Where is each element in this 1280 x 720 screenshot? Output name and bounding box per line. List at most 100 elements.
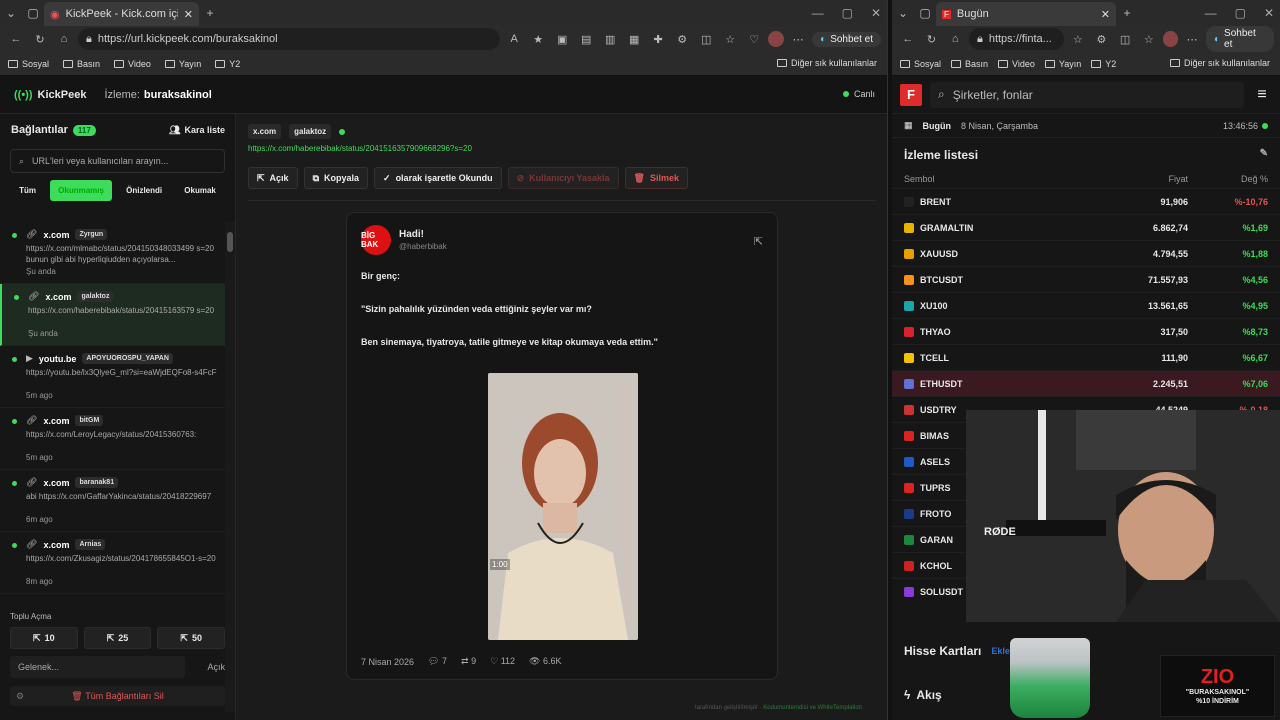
minimize-icon[interactable]: — <box>812 6 824 20</box>
split-screen-icon[interactable]: ◫ <box>1115 29 1135 49</box>
right-active-tab[interactable]: F Bugün ✕ <box>936 2 1116 26</box>
more-menu-icon[interactable]: ⋯ <box>1182 29 1202 49</box>
close-tab-icon[interactable]: ✕ <box>184 8 193 21</box>
open-25-button[interactable]: ⇱ 25 <box>83 627 152 649</box>
close-tab-icon[interactable]: ✕ <box>1101 8 1110 21</box>
blacklist-button[interactable]: 👥︎ Kara liste <box>169 125 225 136</box>
new-tab-icon[interactable]: + <box>1116 2 1138 24</box>
filter-tab-read[interactable]: Okumak <box>176 180 224 201</box>
other-favorites[interactable]: Diğer sık kullanılanlar <box>1169 58 1270 68</box>
extension-icon[interactable]: ▣ <box>552 29 572 49</box>
bookmark-folder[interactable]: Y2 <box>215 59 240 69</box>
watchlist-row[interactable]: XAUUSD 4.794,55 %1,88 <box>892 240 1280 266</box>
watchlist-row[interactable]: TCELL 111,90 %6,67 <box>892 344 1280 370</box>
bookmark-folder[interactable]: Basın <box>951 59 988 69</box>
scrollbar-thumb[interactable] <box>227 232 233 252</box>
edit-pencil-icon[interactable]: ✎ <box>1260 148 1268 162</box>
list-item[interactable]: 🔗︎ x.com Arnias https://x.com/Zkusagiz/stat… <box>0 532 225 594</box>
favorite-star-icon[interactable]: ★ <box>528 29 548 49</box>
watchlist-row[interactable]: BRENT 91,906 %-10,76 <box>892 188 1280 214</box>
refresh-icon[interactable]: ↻ <box>30 29 50 49</box>
open-button[interactable]: ⇱ Açık <box>248 167 298 189</box>
translate-icon[interactable]: A <box>504 29 524 49</box>
kickpeek-logo[interactable]: ((•)) KickPeek <box>14 89 86 101</box>
split-screen-icon[interactable]: ◫ <box>696 29 716 49</box>
ban-user-button[interactable]: ⊘ Kullanıcıyı Yasakla <box>507 167 619 189</box>
left-url-field[interactable]: 🔒︎ https://url.kickpeek.com/buraksakinol <box>78 28 501 50</box>
left-active-tab[interactable]: ◉ KickPeek - Kick.com için Gerçe ✕ <box>44 2 199 26</box>
extension-icon[interactable]: ▥ <box>600 29 620 49</box>
preview-url-link[interactable]: https://x.com/haberebibak/status/2041516… <box>248 144 472 153</box>
home-icon[interactable]: ⌂ <box>54 29 74 49</box>
puzzle-icon[interactable]: ⚙ <box>1092 29 1112 49</box>
mark-read-button[interactable]: ✓ olarak işaretle Okundu <box>374 167 502 189</box>
workspaces-icon[interactable]: ▢ <box>22 2 44 24</box>
col-price[interactable]: Fiyat <box>1108 174 1188 184</box>
more-menu-icon[interactable]: ⋯ <box>788 29 808 49</box>
extension-icon[interactable]: ✚ <box>648 29 668 49</box>
list-item[interactable]: ▶ youtu.be APOYUOROSPU_YAPAN https://youtu.… <box>0 346 225 408</box>
watchlist-row[interactable]: GRAMALTIN 6.862,74 %1,69 <box>892 214 1280 240</box>
list-item[interactable]: 🔗︎ x.com Zyrgun https://x.com/mlmabc/status… <box>0 222 225 284</box>
credits-link[interactable]: Kodumuntemdisi ve WhiteTemplation <box>763 705 862 711</box>
extension-icon[interactable]: ▤ <box>576 29 596 49</box>
watchlist-row[interactable]: THYAO 317,50 %8,73 <box>892 318 1280 344</box>
incoming-input[interactable]: Gelenek... <box>10 656 185 678</box>
list-item[interactable]: 🔗︎ x.com galaktoz https://x.com/haberebibak… <box>0 284 225 346</box>
maximize-icon[interactable]: ▢ <box>1235 6 1246 20</box>
list-item[interactable]: 🔗︎ x.com baranak81 abi https://x.com/Gaffar… <box>0 470 225 532</box>
collections-icon[interactable]: ♡ <box>744 29 764 49</box>
close-window-icon[interactable]: ✕ <box>1264 6 1274 20</box>
delete-all-links-button[interactable]: ⚙ 🗑︎ Tüm Bağlantıları Sil <box>10 686 225 706</box>
filter-tab-previewed[interactable]: Önizlendi <box>118 180 170 201</box>
bookmark-folder[interactable]: Yayın <box>1044 59 1081 69</box>
fintables-logo[interactable]: F <box>900 83 922 106</box>
copy-button[interactable]: ⧉ Kopyala <box>303 167 369 189</box>
watchlist-row[interactable]: BTCUSDT 71.557,93 %4,56 <box>892 266 1280 292</box>
close-window-icon[interactable]: ✕ <box>871 6 881 20</box>
filter-tab-all[interactable]: Tüm <box>11 180 44 201</box>
external-link-icon[interactable]: ⇱ <box>754 235 763 248</box>
add-card-link[interactable]: Ekle <box>991 646 1010 656</box>
favorites-icon[interactable]: ☆ <box>720 29 740 49</box>
home-icon[interactable]: ⌂ <box>945 29 965 49</box>
bookmark-folder[interactable]: Sosyal <box>900 59 941 69</box>
bookmark-folder[interactable]: Video <box>998 59 1035 69</box>
incoming-open-button[interactable]: Açık <box>207 662 225 672</box>
tab-actions-icon[interactable]: ⌄ <box>892 2 914 24</box>
new-tab-icon[interactable]: + <box>199 2 221 24</box>
back-icon[interactable]: ← <box>898 29 918 49</box>
reply-stat[interactable]: 💬︎ 7 <box>428 656 447 667</box>
profile-avatar[interactable] <box>768 31 785 47</box>
refresh-icon[interactable]: ↻ <box>922 29 942 49</box>
filter-tab-unread[interactable]: Okunmamış <box>50 180 112 201</box>
other-favorites[interactable]: Diğer sık kullanılanlar <box>776 58 877 68</box>
watchlist-row[interactable]: XU100 13.561,65 %4,95 <box>892 292 1280 318</box>
open-10-button[interactable]: ⇱ 10 <box>10 627 78 649</box>
watchlist-row[interactable]: ETHUSDT 2.245,51 %7,06 <box>892 370 1280 396</box>
right-url-field[interactable]: 🔒︎ https://finta... <box>968 28 1064 50</box>
copilot-chat-button[interactable]: ◐ Sohbet et <box>812 31 881 47</box>
gear-icon[interactable]: ⚙ <box>16 691 24 702</box>
open-50-button[interactable]: ⇱ 50 <box>157 627 226 649</box>
minimize-icon[interactable]: — <box>1205 6 1217 20</box>
col-change[interactable]: Değ % <box>1188 174 1268 184</box>
tweet-video[interactable]: 1:00 <box>488 373 638 640</box>
like-stat[interactable]: ♡ 112 <box>490 656 515 667</box>
back-icon[interactable]: ← <box>6 29 26 49</box>
delete-button[interactable]: 🗑︎ Silmek <box>624 167 689 189</box>
copilot-chat-button[interactable]: ◐ Sohbet et <box>1205 26 1274 52</box>
col-symbol[interactable]: Sembol <box>904 174 1108 184</box>
puzzle-icon[interactable]: ⚙ <box>672 29 692 49</box>
favorites-icon[interactable]: ☆ <box>1139 29 1159 49</box>
profile-avatar[interactable] <box>1162 31 1179 47</box>
tab-actions-icon[interactable]: ⌄ <box>0 2 22 24</box>
flow-section[interactable]: ϟ Akış <box>904 688 942 702</box>
bookmark-folder[interactable]: Y2 <box>1091 59 1116 69</box>
bookmark-folder[interactable]: Video <box>114 59 151 69</box>
links-search-input[interactable]: ⌕ URL'leri veya kullanıcıları arayın... <box>10 149 225 173</box>
workspaces-icon[interactable]: ▢ <box>914 2 936 24</box>
favorite-star-icon[interactable]: ☆ <box>1068 29 1088 49</box>
extension-icon[interactable]: ▦ <box>624 29 644 49</box>
bookmark-folder[interactable]: Basın <box>63 59 100 69</box>
